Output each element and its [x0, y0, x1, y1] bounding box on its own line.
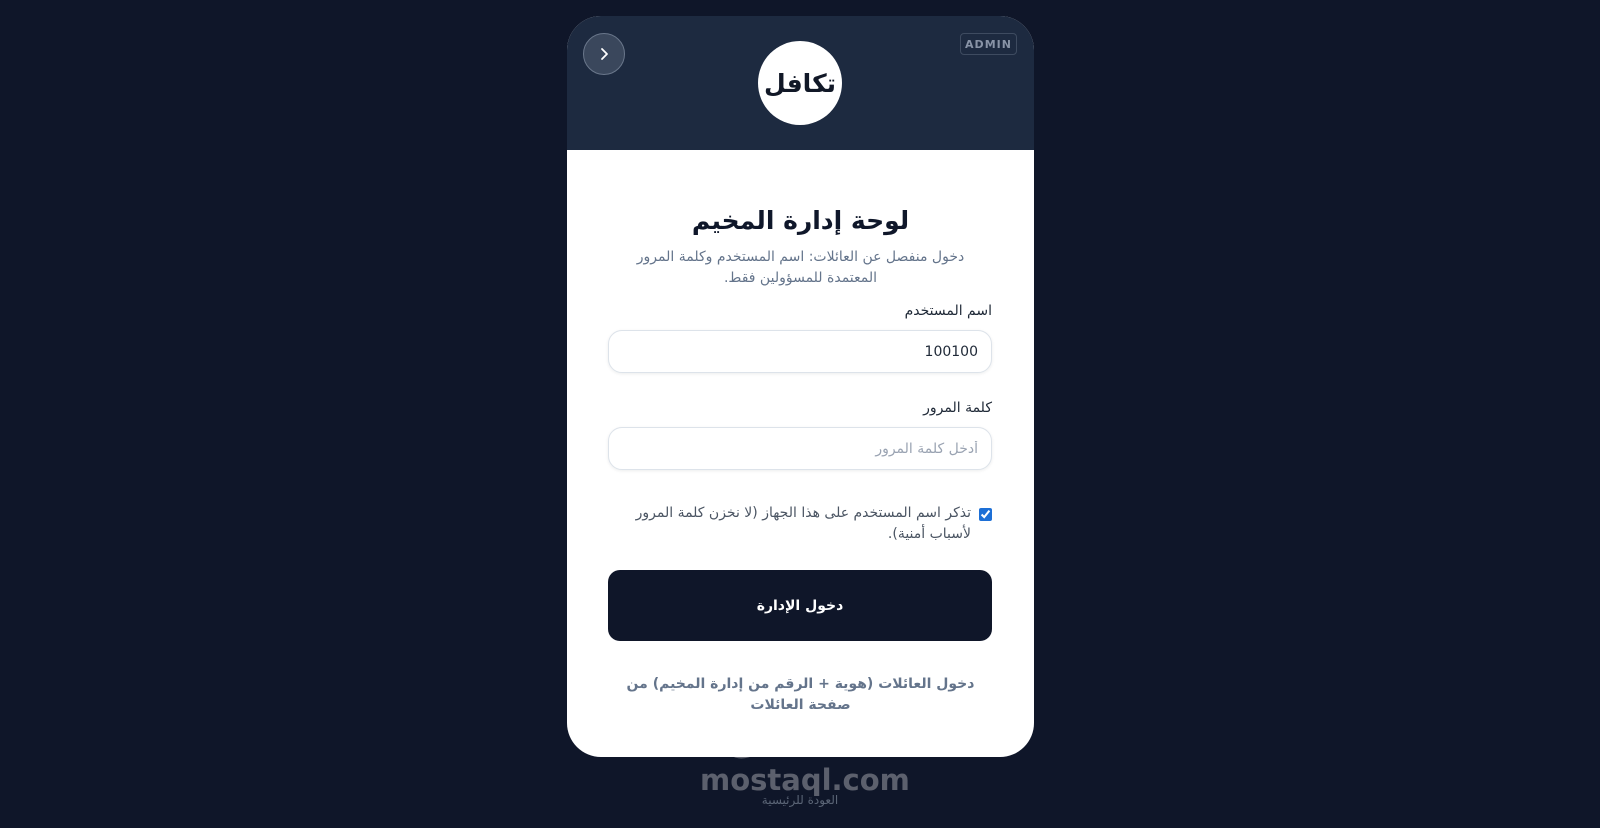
mostaql-watermark: مستقل mostaql.com	[700, 714, 910, 797]
card-header: تكافل ADMIN	[567, 16, 1034, 150]
back-button[interactable]	[583, 33, 625, 75]
family-login-link[interactable]: دخول العائلات (هوية + الرقم من إدارة الم…	[617, 674, 984, 716]
admin-badge: ADMIN	[960, 33, 1017, 55]
admin-login-button[interactable]: دخول الإدارة	[608, 570, 992, 641]
chevron-right-icon	[601, 48, 608, 60]
watermark-latin: mostaql.com	[700, 763, 910, 797]
username-label: اسم المستخدم	[904, 303, 992, 319]
login-card: تكافل ADMIN لوحة إدارة المخيم دخول منفصل…	[567, 16, 1034, 757]
username-input[interactable]	[608, 330, 992, 373]
remember-label[interactable]: تذكر اسم المستخدم على هذا الجهاز (لا نخز…	[627, 503, 971, 545]
watermark-arabic: مستقل	[726, 716, 874, 762]
password-input[interactable]	[608, 427, 992, 470]
remember-checkbox[interactable]	[979, 508, 992, 521]
password-label: كلمة المرور	[923, 400, 992, 416]
remember-row: تذكر اسم المستخدم على هذا الجهاز (لا نخز…	[627, 503, 992, 545]
logo: تكافل	[758, 41, 842, 125]
page-title: لوحة إدارة المخيم	[691, 206, 910, 235]
logo-text: تكافل	[764, 68, 836, 98]
page-subtitle: دخول منفصل عن العائلات: اسم المستخدم وكل…	[636, 249, 965, 286]
